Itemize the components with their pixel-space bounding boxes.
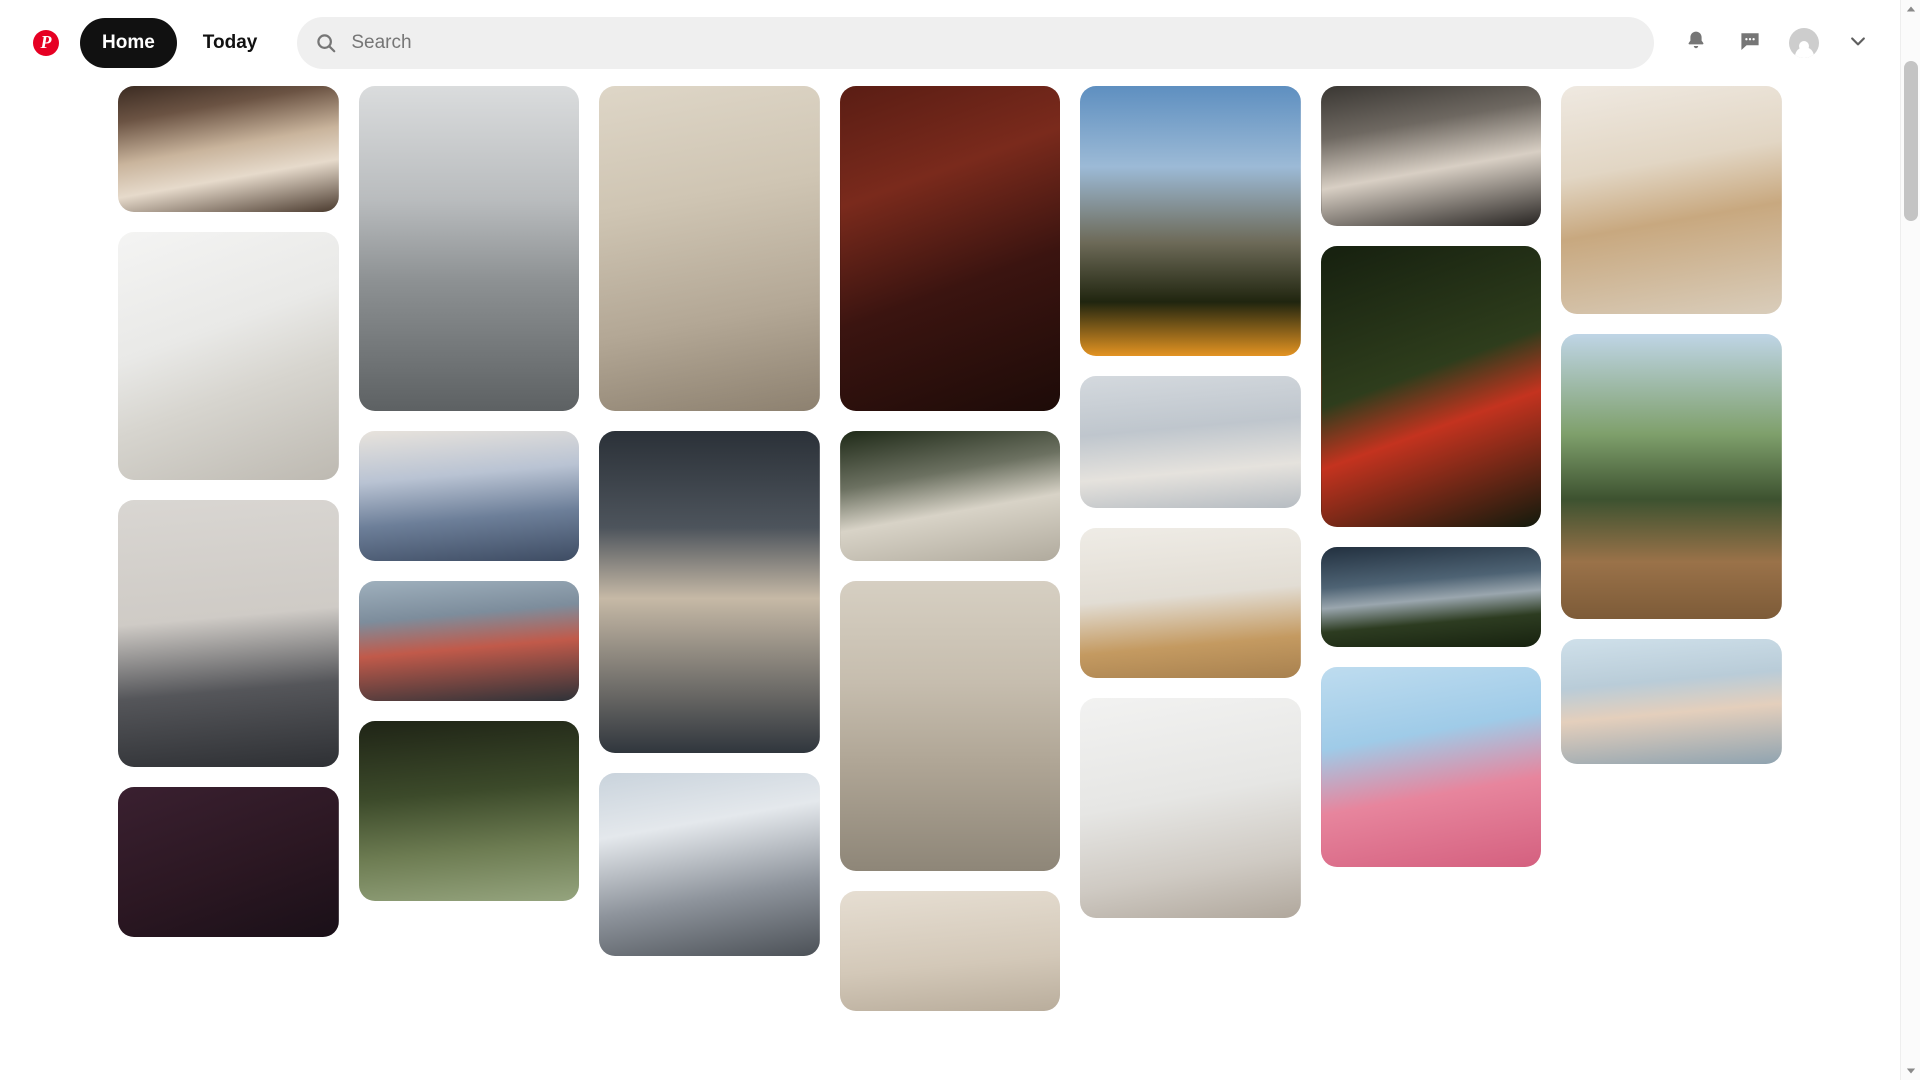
pin-image xyxy=(1320,246,1542,527)
scrollbar-thumb[interactable] xyxy=(1904,61,1918,221)
pin-card[interactable] xyxy=(118,86,339,212)
message-bubble-icon xyxy=(1738,29,1762,58)
feed-column-1 xyxy=(118,86,339,937)
pin-card[interactable] xyxy=(1561,334,1783,619)
pin-image xyxy=(118,787,339,937)
pin-card[interactable] xyxy=(358,581,580,701)
pin-card[interactable] xyxy=(1080,86,1301,356)
pin-card[interactable] xyxy=(1561,86,1783,314)
pin-image xyxy=(1320,86,1542,226)
account-menu-expand-button[interactable] xyxy=(1834,19,1882,67)
pin-image xyxy=(118,500,339,767)
pin-card[interactable] xyxy=(1320,667,1542,867)
nav-today-button[interactable]: Today xyxy=(183,18,278,68)
pin-image xyxy=(1320,547,1542,647)
feed-column-3 xyxy=(599,86,820,956)
vertical-scrollbar[interactable] xyxy=(1900,0,1920,1080)
pin-card[interactable] xyxy=(1080,528,1301,678)
nav-home-label: Home xyxy=(102,32,155,53)
pinterest-logo-icon: P xyxy=(33,30,59,56)
pin-card[interactable] xyxy=(1320,86,1542,226)
pin-card[interactable] xyxy=(839,86,1061,411)
pin-image xyxy=(839,891,1061,1011)
feed-column-2 xyxy=(358,86,580,901)
pin-image xyxy=(118,86,339,212)
pin-card[interactable] xyxy=(839,891,1061,1011)
pinterest-logo-letter: P xyxy=(40,32,52,52)
messages-button[interactable] xyxy=(1726,19,1774,67)
account-avatar-icon xyxy=(1789,28,1819,58)
pin-card[interactable] xyxy=(839,581,1061,871)
scroll-up-button[interactable] xyxy=(1901,0,1920,18)
pin-card[interactable] xyxy=(599,431,820,753)
scroll-down-button[interactable] xyxy=(1901,1062,1920,1080)
pin-image xyxy=(1561,639,1783,764)
pin-image xyxy=(1080,698,1301,918)
notifications-button[interactable] xyxy=(1672,19,1720,67)
pin-image xyxy=(118,232,339,480)
feed-column-6 xyxy=(1320,86,1542,867)
pin-card[interactable] xyxy=(358,721,580,901)
pin-card[interactable] xyxy=(358,431,580,561)
pin-card[interactable] xyxy=(118,500,339,767)
pin-image xyxy=(1320,667,1542,867)
pin-image xyxy=(599,773,820,956)
pin-image xyxy=(1080,86,1301,356)
pin-image xyxy=(358,86,580,411)
feed-column-7 xyxy=(1561,86,1783,764)
search-icon xyxy=(315,32,337,54)
search-input[interactable] xyxy=(351,32,1636,54)
pin-card[interactable] xyxy=(839,431,1061,561)
top-navigation-bar: P Home Today xyxy=(0,0,1900,86)
pin-card[interactable] xyxy=(1080,376,1301,508)
pin-image xyxy=(1561,334,1783,619)
pin-image xyxy=(599,431,820,753)
nav-home-button[interactable]: Home xyxy=(80,18,177,68)
pin-image xyxy=(1561,86,1783,314)
pin-card[interactable] xyxy=(1561,639,1783,764)
pin-image xyxy=(358,721,580,901)
feed-column-5 xyxy=(1080,86,1301,918)
pin-feed-grid xyxy=(0,86,1900,1080)
pinterest-logo-button[interactable]: P xyxy=(22,19,70,67)
pin-card[interactable] xyxy=(599,773,820,956)
pin-card[interactable] xyxy=(358,86,580,411)
pin-card[interactable] xyxy=(1320,246,1542,527)
pin-image xyxy=(358,431,580,561)
pin-image xyxy=(839,431,1061,561)
feed-column-4 xyxy=(839,86,1061,1011)
pin-card[interactable] xyxy=(599,86,820,411)
search-bar[interactable] xyxy=(297,17,1654,69)
pin-image xyxy=(839,86,1061,411)
pin-card[interactable] xyxy=(118,787,339,937)
pin-image xyxy=(358,581,580,701)
pin-card[interactable] xyxy=(1080,698,1301,918)
pin-card[interactable] xyxy=(118,232,339,480)
nav-today-label: Today xyxy=(202,32,258,53)
pin-card[interactable] xyxy=(1320,547,1542,647)
masonry-columns xyxy=(118,86,1783,1011)
pin-image xyxy=(599,86,820,411)
chevron-down-icon xyxy=(1848,31,1868,56)
pin-image xyxy=(839,581,1061,871)
bell-icon xyxy=(1684,29,1708,58)
pin-image xyxy=(1080,528,1301,678)
pin-image xyxy=(1080,376,1301,508)
account-button[interactable] xyxy=(1780,19,1828,67)
